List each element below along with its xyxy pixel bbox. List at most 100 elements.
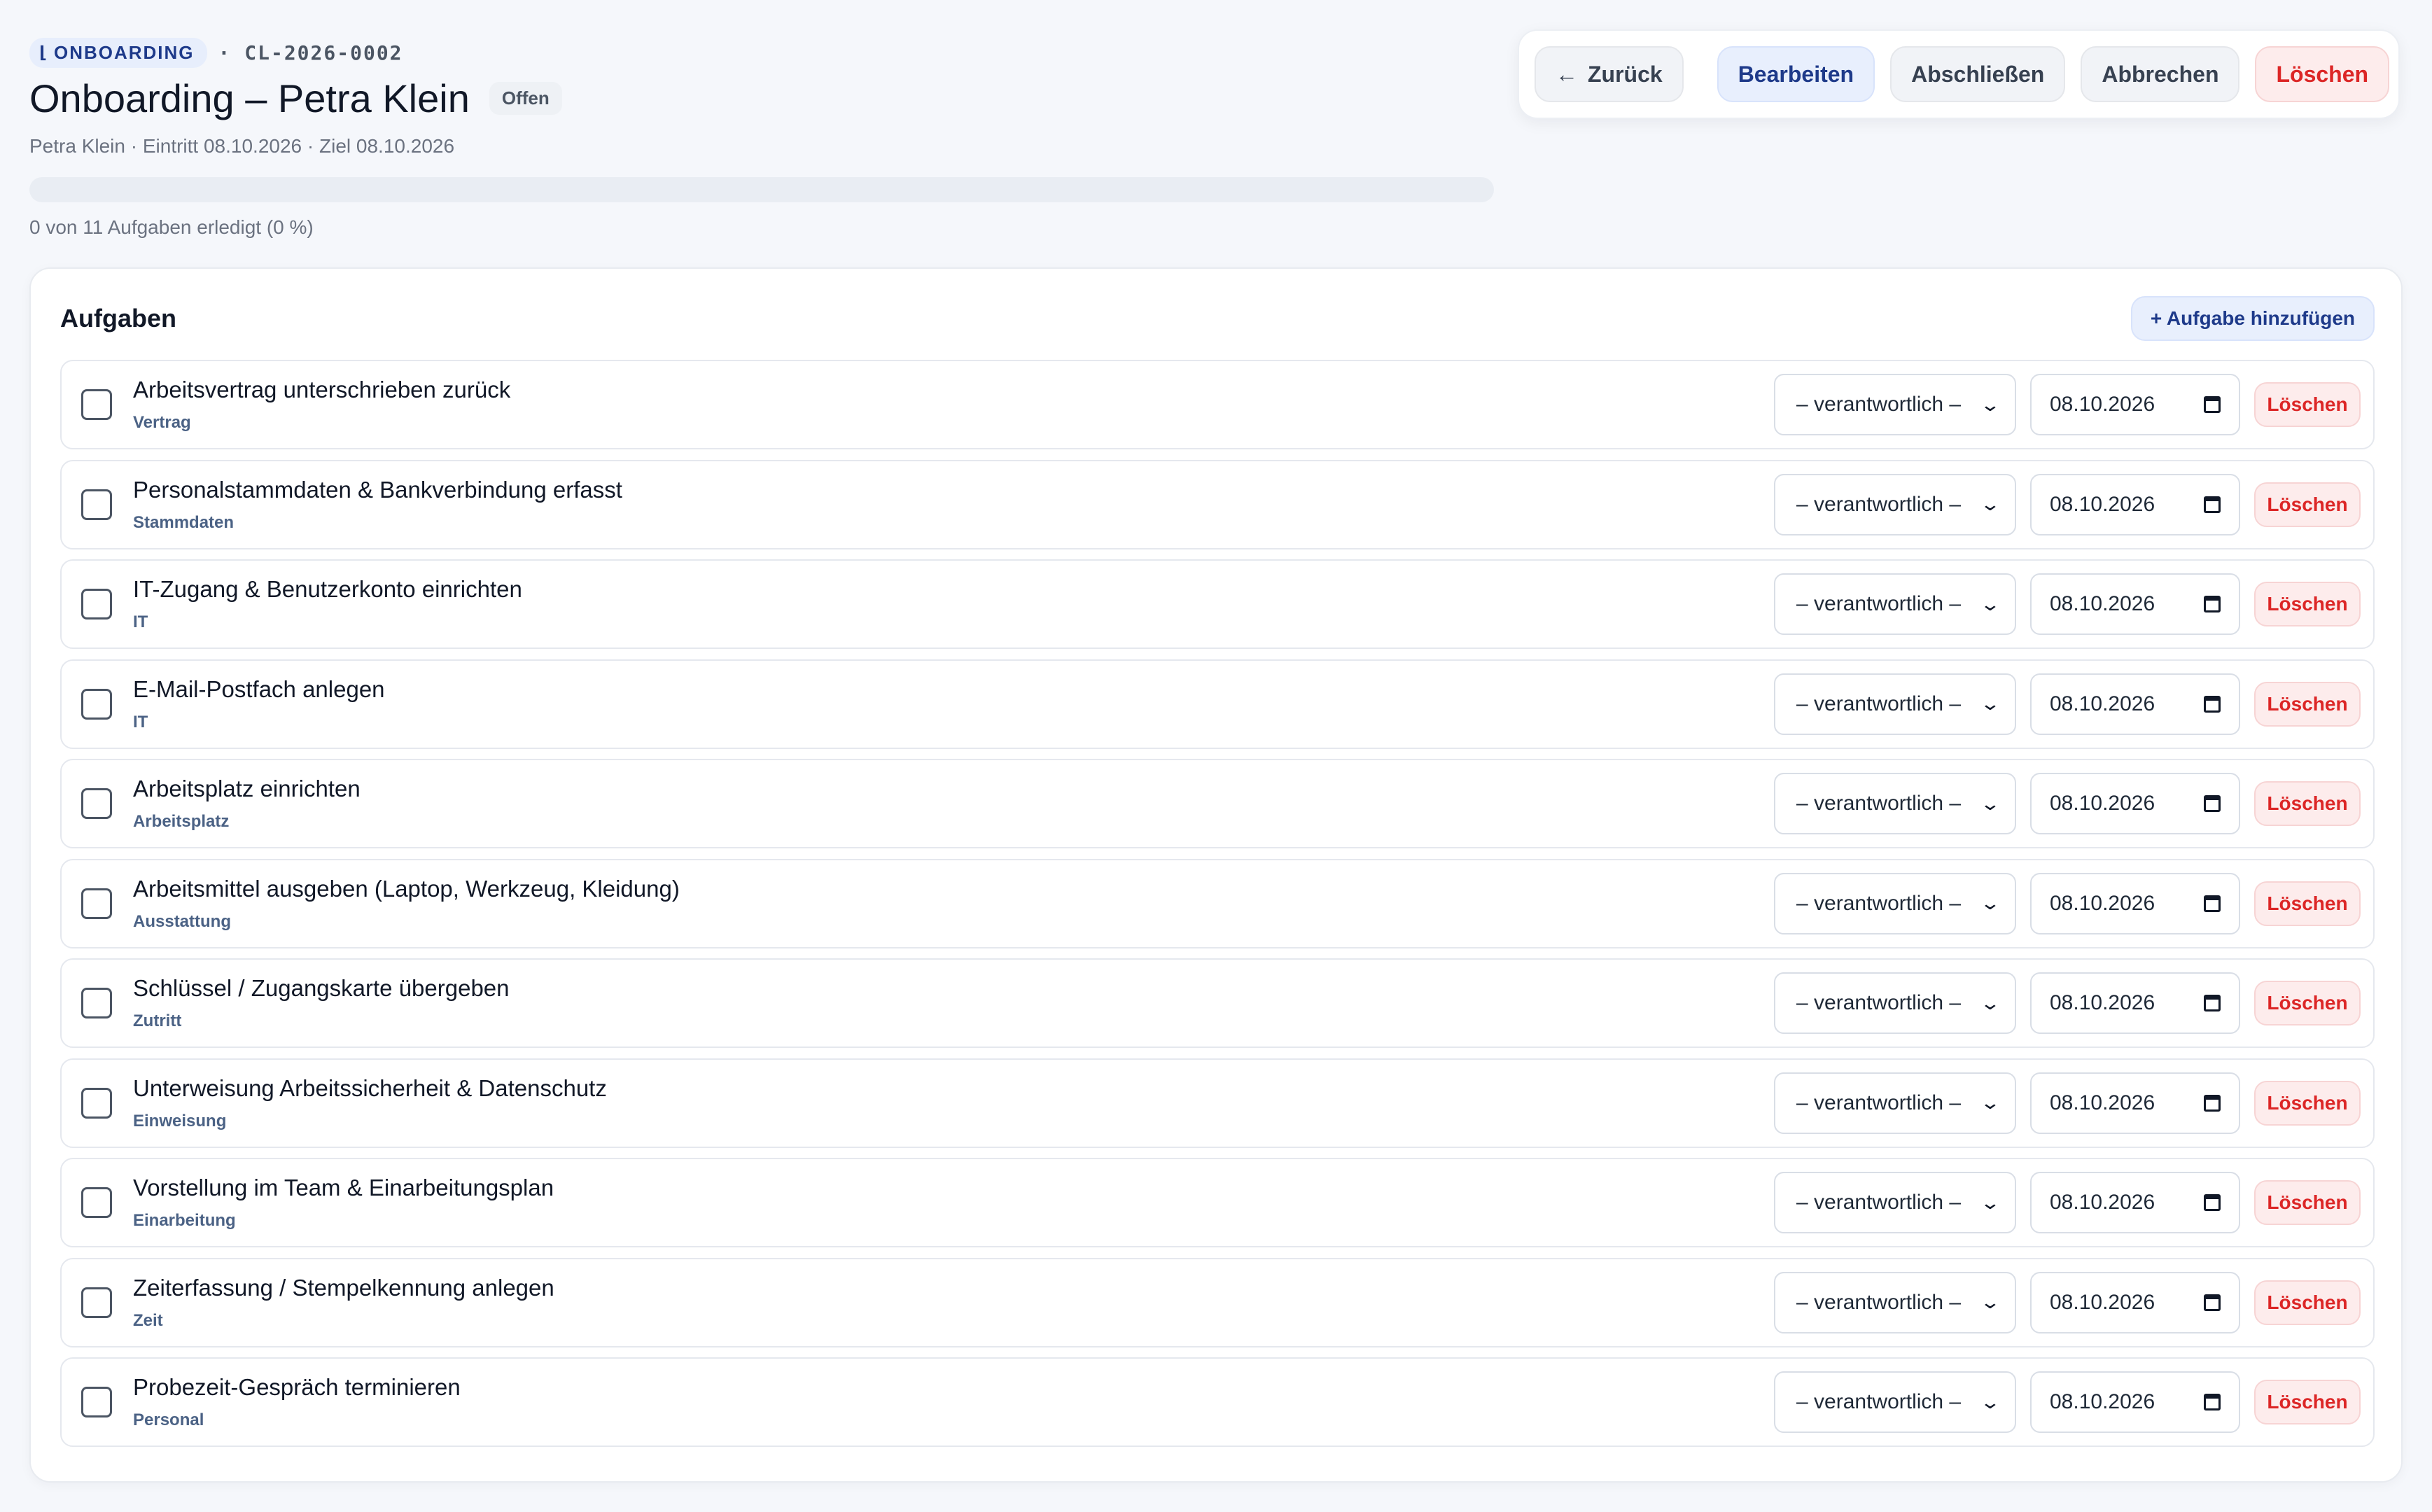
task-controls: – verantwortlich – ⌄ 08.10.2026 Löschen <box>1774 1359 2361 1446</box>
task-controls: – verantwortlich – ⌄ 08.10.2026 Löschen <box>1774 1159 2361 1246</box>
task-checkbox[interactable] <box>81 788 112 819</box>
type-badge: ⌊ ONBOARDING <box>29 37 207 68</box>
assignee-select-value: – verantwortlich – <box>1796 393 1962 416</box>
calendar-icon[interactable] <box>2204 1394 2221 1410</box>
action-bar: ← Zurück Bearbeiten Abschließen Abbreche… <box>1518 29 2400 119</box>
due-date-value: 08.10.2026 <box>2050 792 2155 815</box>
task-checkbox[interactable] <box>81 1087 112 1119</box>
task-checkbox[interactable] <box>81 389 112 420</box>
chevron-down-icon: ⌄ <box>1979 493 2001 514</box>
add-task-button[interactable]: + Aufgabe hinzufügen <box>2130 296 2375 341</box>
due-date-input[interactable]: 08.10.2026 <box>2030 972 2240 1034</box>
task-title: Unterweisung Arbeitssicherheit & Datensc… <box>133 1074 607 1101</box>
chevron-down-icon: ⌄ <box>1979 393 2001 415</box>
calendar-icon[interactable] <box>2204 895 2221 912</box>
case-id: · CL-2026-0002 <box>218 41 403 64</box>
task-title: Vorstellung im Team & Einarbeitungsplan <box>133 1175 554 1200</box>
task-title: Arbeitsvertrag unterschrieben zurück <box>133 377 511 402</box>
task-checkbox[interactable] <box>81 1187 112 1218</box>
edit-button[interactable]: Bearbeiten <box>1717 46 1875 102</box>
task-category: Zutritt <box>133 1011 182 1030</box>
assignee-select[interactable]: – verantwortlich – ⌄ <box>1774 374 2016 435</box>
delete-task-button[interactable]: Löschen <box>2254 1180 2361 1225</box>
delete-task-button[interactable]: Löschen <box>2254 1380 2361 1424</box>
due-date-input[interactable]: 08.10.2026 <box>2030 1271 2240 1334</box>
calendar-icon[interactable] <box>2204 396 2221 413</box>
complete-button[interactable]: Abschließen <box>1890 46 2066 102</box>
calendar-icon[interactable] <box>2204 1094 2221 1112</box>
delete-task-button[interactable]: Löschen <box>2254 681 2361 727</box>
delete-task-button[interactable]: Löschen <box>2254 1080 2361 1126</box>
task-category: Vertrag <box>133 413 191 432</box>
assignee-select[interactable]: – verantwortlich – ⌄ <box>1774 1271 2016 1334</box>
calendar-icon[interactable] <box>2204 496 2221 513</box>
task-title: Arbeitsplatz einrichten <box>133 776 361 802</box>
assignee-select-value: – verantwortlich – <box>1796 1091 1962 1114</box>
assignee-select[interactable]: – verantwortlich – ⌄ <box>1774 1172 2016 1233</box>
delete-task-button[interactable]: Löschen <box>2254 482 2361 527</box>
calendar-icon[interactable] <box>2204 596 2221 612</box>
delete-task-button[interactable]: Löschen <box>2254 582 2361 626</box>
assignee-select[interactable]: – verantwortlich – ⌄ <box>1774 573 2016 635</box>
task-category: Einarbeitung <box>133 1211 236 1230</box>
task-title: IT-Zugang & Benutzerkonto einrichten <box>133 576 522 602</box>
due-date-value: 08.10.2026 <box>2050 1390 2155 1413</box>
calendar-icon[interactable] <box>2204 1194 2221 1211</box>
cancel-button[interactable]: Abbrechen <box>2081 46 2240 102</box>
due-date-input[interactable]: 08.10.2026 <box>2030 1371 2240 1433</box>
task-controls: – verantwortlich – ⌄ 08.10.2026 Löschen <box>1774 760 2361 847</box>
task-checkbox[interactable] <box>81 988 112 1018</box>
assignee-select[interactable]: – verantwortlich – ⌄ <box>1774 1371 2016 1433</box>
assignee-select[interactable]: – verantwortlich – ⌄ <box>1774 773 2016 834</box>
calendar-icon[interactable] <box>2204 1294 2221 1311</box>
due-date-input[interactable]: 08.10.2026 <box>2030 1172 2240 1233</box>
task-text: Arbeitsplatz einrichten Arbeitsplatz <box>133 776 361 832</box>
status-badge: Offen <box>489 82 562 115</box>
assignee-select-value: – verantwortlich – <box>1796 592 1962 615</box>
calendar-icon[interactable] <box>2204 795 2221 812</box>
task-checkbox[interactable] <box>81 489 112 520</box>
due-date-input[interactable]: 08.10.2026 <box>2030 1072 2240 1134</box>
tasks-card-title: Aufgaben <box>60 304 176 332</box>
due-date-input[interactable]: 08.10.2026 <box>2030 872 2240 934</box>
assignee-select[interactable]: – verantwortlich – ⌄ <box>1774 673 2016 735</box>
calendar-icon[interactable] <box>2204 695 2221 713</box>
assignee-select[interactable]: – verantwortlich – ⌄ <box>1774 473 2016 536</box>
tasks-card: Aufgaben + Aufgabe hinzufügen Arbeitsver… <box>29 267 2403 1483</box>
task-row: Arbeitsmittel ausgeben (Laptop, Werkzeug… <box>60 858 2375 948</box>
assignee-select[interactable]: – verantwortlich – ⌄ <box>1774 1072 2016 1134</box>
task-checkbox[interactable] <box>81 1387 112 1418</box>
due-date-input[interactable]: 08.10.2026 <box>2030 374 2240 435</box>
due-date-input[interactable]: 08.10.2026 <box>2030 673 2240 735</box>
header: ⌊ ONBOARDING · CL-2026-0002 Onboarding –… <box>29 35 1500 239</box>
task-controls: – verantwortlich – ⌄ 08.10.2026 Löschen <box>1774 561 2361 648</box>
assignee-select-value: – verantwortlich – <box>1796 692 1962 715</box>
due-date-input[interactable]: 08.10.2026 <box>2030 573 2240 635</box>
delete-task-button[interactable]: Löschen <box>2254 1280 2361 1325</box>
delete-task-button[interactable]: Löschen <box>2254 881 2361 926</box>
task-text: IT-Zugang & Benutzerkonto einrichten IT <box>133 576 522 632</box>
back-button[interactable]: ← Zurück <box>1535 46 1684 102</box>
arrow-left-icon: ← <box>1556 61 1578 87</box>
assignee-select[interactable]: – verantwortlich – ⌄ <box>1774 872 2016 934</box>
task-row: E-Mail-Postfach anlegen IT – verantwortl… <box>60 659 2375 749</box>
task-checkbox[interactable] <box>81 589 112 620</box>
task-text: E-Mail-Postfach anlegen IT <box>133 676 385 732</box>
delete-task-button[interactable]: Löschen <box>2254 981 2361 1026</box>
task-checkbox[interactable] <box>81 1287 112 1318</box>
due-date-input[interactable]: 08.10.2026 <box>2030 773 2240 834</box>
delete-button[interactable]: Löschen <box>2255 46 2390 102</box>
task-checkbox[interactable] <box>81 688 112 720</box>
task-checkbox[interactable] <box>81 888 112 919</box>
due-date-value: 08.10.2026 <box>2050 492 2155 516</box>
due-date-value: 08.10.2026 <box>2050 991 2155 1014</box>
due-date-input[interactable]: 08.10.2026 <box>2030 473 2240 536</box>
task-row: Vorstellung im Team & Einarbeitungsplan … <box>60 1158 2375 1247</box>
assignee-select[interactable]: – verantwortlich – ⌄ <box>1774 972 2016 1034</box>
calendar-icon[interactable] <box>2204 995 2221 1011</box>
task-text: Unterweisung Arbeitssicherheit & Datensc… <box>133 1075 607 1131</box>
delete-task-button[interactable]: Löschen <box>2254 382 2361 427</box>
due-date-value: 08.10.2026 <box>2050 1191 2155 1214</box>
back-button-label: Zurück <box>1588 61 1663 87</box>
delete-task-button[interactable]: Löschen <box>2254 781 2361 826</box>
